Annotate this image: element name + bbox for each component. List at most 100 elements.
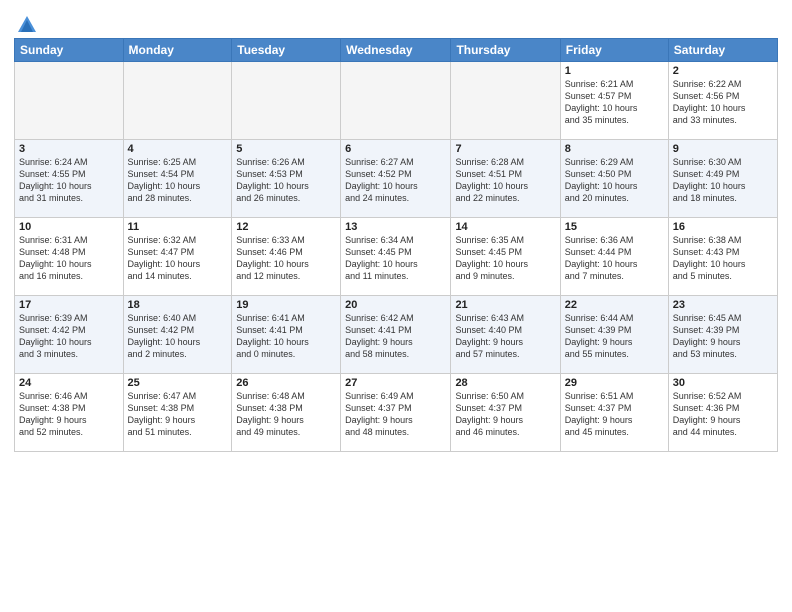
day-cell — [341, 62, 451, 140]
day-cell: 27Sunrise: 6:49 AMSunset: 4:37 PMDayligh… — [341, 374, 451, 452]
day-info: Sunrise: 6:48 AMSunset: 4:38 PMDaylight:… — [236, 390, 336, 439]
day-cell: 26Sunrise: 6:48 AMSunset: 4:38 PMDayligh… — [232, 374, 341, 452]
calendar: SundayMondayTuesdayWednesdayThursdayFrid… — [14, 38, 778, 452]
day-number: 23 — [673, 299, 773, 311]
day-number: 28 — [455, 377, 555, 389]
day-number: 10 — [19, 221, 119, 233]
day-number: 6 — [345, 143, 446, 155]
day-number: 15 — [565, 221, 664, 233]
weekday-header-monday: Monday — [123, 39, 232, 62]
day-number: 29 — [565, 377, 664, 389]
day-info: Sunrise: 6:40 AMSunset: 4:42 PMDaylight:… — [128, 312, 228, 361]
day-info: Sunrise: 6:41 AMSunset: 4:41 PMDaylight:… — [236, 312, 336, 361]
day-number: 8 — [565, 143, 664, 155]
day-number: 4 — [128, 143, 228, 155]
day-info: Sunrise: 6:52 AMSunset: 4:36 PMDaylight:… — [673, 390, 773, 439]
weekday-header-tuesday: Tuesday — [232, 39, 341, 62]
day-number: 25 — [128, 377, 228, 389]
day-number: 21 — [455, 299, 555, 311]
day-number: 30 — [673, 377, 773, 389]
day-info: Sunrise: 6:50 AMSunset: 4:37 PMDaylight:… — [455, 390, 555, 439]
day-info: Sunrise: 6:32 AMSunset: 4:47 PMDaylight:… — [128, 234, 228, 283]
day-number: 12 — [236, 221, 336, 233]
day-info: Sunrise: 6:26 AMSunset: 4:53 PMDaylight:… — [236, 156, 336, 205]
day-info: Sunrise: 6:30 AMSunset: 4:49 PMDaylight:… — [673, 156, 773, 205]
day-info: Sunrise: 6:34 AMSunset: 4:45 PMDaylight:… — [345, 234, 446, 283]
day-cell: 19Sunrise: 6:41 AMSunset: 4:41 PMDayligh… — [232, 296, 341, 374]
day-info: Sunrise: 6:27 AMSunset: 4:52 PMDaylight:… — [345, 156, 446, 205]
weekday-header-thursday: Thursday — [451, 39, 560, 62]
day-cell: 3Sunrise: 6:24 AMSunset: 4:55 PMDaylight… — [15, 140, 124, 218]
day-info: Sunrise: 6:29 AMSunset: 4:50 PMDaylight:… — [565, 156, 664, 205]
day-cell: 24Sunrise: 6:46 AMSunset: 4:38 PMDayligh… — [15, 374, 124, 452]
day-number: 3 — [19, 143, 119, 155]
day-number: 1 — [565, 65, 664, 77]
day-number: 19 — [236, 299, 336, 311]
header — [14, 10, 778, 32]
day-cell — [232, 62, 341, 140]
day-cell — [451, 62, 560, 140]
day-cell: 10Sunrise: 6:31 AMSunset: 4:48 PMDayligh… — [15, 218, 124, 296]
logo — [14, 10, 38, 32]
day-cell: 11Sunrise: 6:32 AMSunset: 4:47 PMDayligh… — [123, 218, 232, 296]
day-cell: 12Sunrise: 6:33 AMSunset: 4:46 PMDayligh… — [232, 218, 341, 296]
day-number: 13 — [345, 221, 446, 233]
weekday-header-saturday: Saturday — [668, 39, 777, 62]
day-number: 22 — [565, 299, 664, 311]
day-info: Sunrise: 6:42 AMSunset: 4:41 PMDaylight:… — [345, 312, 446, 361]
day-info: Sunrise: 6:28 AMSunset: 4:51 PMDaylight:… — [455, 156, 555, 205]
day-cell: 4Sunrise: 6:25 AMSunset: 4:54 PMDaylight… — [123, 140, 232, 218]
day-info: Sunrise: 6:36 AMSunset: 4:44 PMDaylight:… — [565, 234, 664, 283]
calendar-body: 1Sunrise: 6:21 AMSunset: 4:57 PMDaylight… — [15, 62, 778, 452]
logo-icon — [16, 14, 38, 36]
day-cell: 20Sunrise: 6:42 AMSunset: 4:41 PMDayligh… — [341, 296, 451, 374]
day-number: 5 — [236, 143, 336, 155]
day-number: 18 — [128, 299, 228, 311]
day-info: Sunrise: 6:33 AMSunset: 4:46 PMDaylight:… — [236, 234, 336, 283]
week-row-4: 24Sunrise: 6:46 AMSunset: 4:38 PMDayligh… — [15, 374, 778, 452]
day-cell: 28Sunrise: 6:50 AMSunset: 4:37 PMDayligh… — [451, 374, 560, 452]
day-cell: 1Sunrise: 6:21 AMSunset: 4:57 PMDaylight… — [560, 62, 668, 140]
day-info: Sunrise: 6:21 AMSunset: 4:57 PMDaylight:… — [565, 78, 664, 127]
day-cell: 29Sunrise: 6:51 AMSunset: 4:37 PMDayligh… — [560, 374, 668, 452]
day-number: 17 — [19, 299, 119, 311]
day-cell: 18Sunrise: 6:40 AMSunset: 4:42 PMDayligh… — [123, 296, 232, 374]
day-number: 11 — [128, 221, 228, 233]
day-number: 2 — [673, 65, 773, 77]
day-info: Sunrise: 6:22 AMSunset: 4:56 PMDaylight:… — [673, 78, 773, 127]
day-cell: 21Sunrise: 6:43 AMSunset: 4:40 PMDayligh… — [451, 296, 560, 374]
page: SundayMondayTuesdayWednesdayThursdayFrid… — [0, 0, 792, 612]
day-cell: 6Sunrise: 6:27 AMSunset: 4:52 PMDaylight… — [341, 140, 451, 218]
day-cell: 8Sunrise: 6:29 AMSunset: 4:50 PMDaylight… — [560, 140, 668, 218]
week-row-3: 17Sunrise: 6:39 AMSunset: 4:42 PMDayligh… — [15, 296, 778, 374]
day-number: 14 — [455, 221, 555, 233]
day-cell: 23Sunrise: 6:45 AMSunset: 4:39 PMDayligh… — [668, 296, 777, 374]
day-number: 9 — [673, 143, 773, 155]
day-cell: 16Sunrise: 6:38 AMSunset: 4:43 PMDayligh… — [668, 218, 777, 296]
day-cell — [15, 62, 124, 140]
day-cell: 7Sunrise: 6:28 AMSunset: 4:51 PMDaylight… — [451, 140, 560, 218]
day-info: Sunrise: 6:25 AMSunset: 4:54 PMDaylight:… — [128, 156, 228, 205]
day-cell: 13Sunrise: 6:34 AMSunset: 4:45 PMDayligh… — [341, 218, 451, 296]
day-info: Sunrise: 6:44 AMSunset: 4:39 PMDaylight:… — [565, 312, 664, 361]
day-cell: 2Sunrise: 6:22 AMSunset: 4:56 PMDaylight… — [668, 62, 777, 140]
day-cell: 9Sunrise: 6:30 AMSunset: 4:49 PMDaylight… — [668, 140, 777, 218]
day-info: Sunrise: 6:39 AMSunset: 4:42 PMDaylight:… — [19, 312, 119, 361]
day-number: 7 — [455, 143, 555, 155]
day-cell: 25Sunrise: 6:47 AMSunset: 4:38 PMDayligh… — [123, 374, 232, 452]
week-row-0: 1Sunrise: 6:21 AMSunset: 4:57 PMDaylight… — [15, 62, 778, 140]
day-number: 16 — [673, 221, 773, 233]
week-row-2: 10Sunrise: 6:31 AMSunset: 4:48 PMDayligh… — [15, 218, 778, 296]
day-cell: 14Sunrise: 6:35 AMSunset: 4:45 PMDayligh… — [451, 218, 560, 296]
day-number: 27 — [345, 377, 446, 389]
day-info: Sunrise: 6:47 AMSunset: 4:38 PMDaylight:… — [128, 390, 228, 439]
day-number: 24 — [19, 377, 119, 389]
day-number: 20 — [345, 299, 446, 311]
day-number: 26 — [236, 377, 336, 389]
day-info: Sunrise: 6:38 AMSunset: 4:43 PMDaylight:… — [673, 234, 773, 283]
day-info: Sunrise: 6:45 AMSunset: 4:39 PMDaylight:… — [673, 312, 773, 361]
day-info: Sunrise: 6:43 AMSunset: 4:40 PMDaylight:… — [455, 312, 555, 361]
weekday-header-row: SundayMondayTuesdayWednesdayThursdayFrid… — [15, 39, 778, 62]
weekday-header-friday: Friday — [560, 39, 668, 62]
day-info: Sunrise: 6:46 AMSunset: 4:38 PMDaylight:… — [19, 390, 119, 439]
